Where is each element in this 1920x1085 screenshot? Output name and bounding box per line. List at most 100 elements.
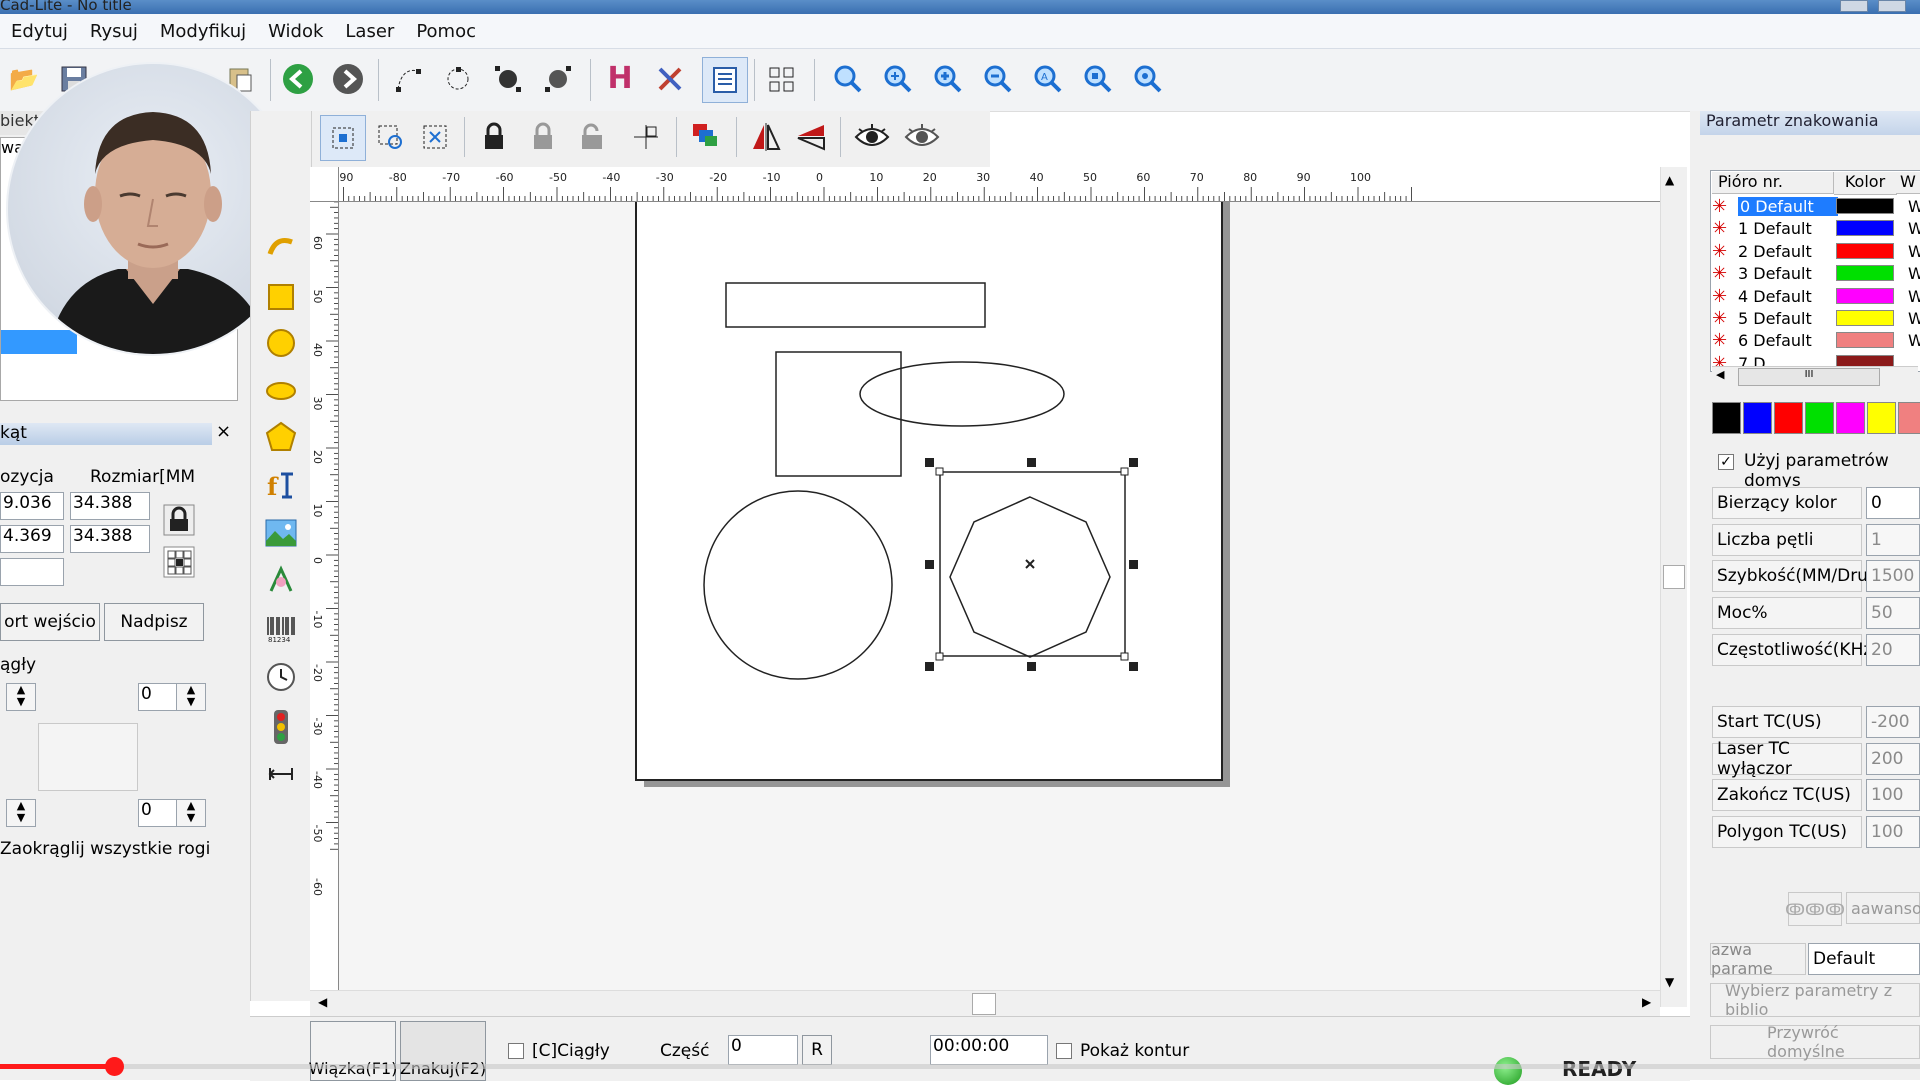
- pen-row[interactable]: ✳ 3 Default W: [1712, 263, 1920, 285]
- choose-from-library-button[interactable]: Wybierz parametry z biblio: [1710, 981, 1920, 1019]
- polygon-tool-icon[interactable]: [263, 419, 299, 455]
- node-break-icon[interactable]: [540, 61, 576, 97]
- param-input[interactable]: 1500: [1866, 560, 1920, 592]
- right-spinner-1[interactable]: ▲ ▼: [176, 683, 206, 711]
- scroll-left-arrow-icon[interactable]: ◀: [318, 995, 327, 1009]
- pen-color-swatch[interactable]: [1836, 242, 1894, 259]
- deselect-icon[interactable]: [415, 117, 455, 157]
- spin-value-1[interactable]: 0: [138, 683, 178, 711]
- unlock-icon[interactable]: [523, 117, 563, 157]
- pen-color-header[interactable]: Kolor: [1834, 172, 1897, 195]
- show-icon[interactable]: [850, 117, 894, 157]
- param-input[interactable]: -200: [1866, 706, 1920, 738]
- extend-axis-icon[interactable]: [263, 759, 299, 789]
- param-input[interactable]: 100: [1866, 779, 1920, 811]
- move-to-center-icon[interactable]: [626, 117, 666, 157]
- zoom-all-icon[interactable]: A: [1030, 61, 1066, 97]
- lock-ratio-icon[interactable]: [162, 503, 196, 537]
- beam-button[interactable]: Wiązka(F1): [309, 1021, 397, 1081]
- palette-swatch[interactable]: [1867, 402, 1896, 434]
- anchor-point-icon[interactable]: [162, 545, 196, 579]
- zoom-in-icon[interactable]: [930, 61, 966, 97]
- show-contour-checkbox[interactable]: [1056, 1043, 1072, 1059]
- mark-button[interactable]: Znakuj(F2): [400, 1021, 486, 1081]
- menu-view[interactable]: Widok: [257, 21, 334, 42]
- image-tool-icon[interactable]: [263, 515, 299, 551]
- ellipse-tool-icon[interactable]: [263, 373, 299, 409]
- close-icon[interactable]: ×: [216, 421, 236, 445]
- zoom-in-area-icon[interactable]: [880, 61, 916, 97]
- palette-swatch[interactable]: [1743, 402, 1772, 434]
- mirror-horizontal-icon[interactable]: [746, 117, 786, 157]
- pen-color-swatch[interactable]: [1836, 265, 1894, 282]
- vector-file-icon[interactable]: [263, 563, 299, 599]
- zoom-object-icon[interactable]: [1080, 61, 1116, 97]
- menu-draw[interactable]: Rysuj: [79, 21, 149, 42]
- align-icon[interactable]: [764, 61, 800, 97]
- pen-row[interactable]: ✳ 6 Default W: [1712, 330, 1920, 352]
- pen-color-swatch[interactable]: [1836, 198, 1894, 214]
- sort-order-icon[interactable]: [686, 117, 726, 157]
- maximize-button[interactable]: [1878, 0, 1906, 12]
- position-x-input[interactable]: 9.036: [0, 492, 64, 520]
- pen-w-header[interactable]: W: [1896, 172, 1920, 194]
- menu-laser[interactable]: Laser: [334, 21, 405, 42]
- right-spinner-2[interactable]: ▲ ▼: [176, 799, 206, 827]
- size-width-input[interactable]: 34.388: [70, 492, 150, 520]
- pen-number-header[interactable]: Pióro nr.: [1712, 172, 1834, 194]
- mirror-vertical-icon[interactable]: [791, 117, 831, 157]
- pen-row[interactable]: ✳ 0 Default W: [1712, 196, 1920, 218]
- part-input[interactable]: 0: [728, 1035, 798, 1065]
- node-join-icon[interactable]: [490, 61, 526, 97]
- pen-list-hscroll[interactable]: ◀ III: [1712, 366, 1918, 387]
- pen-color-swatch[interactable]: [1836, 220, 1894, 237]
- zoom-icon[interactable]: [830, 61, 866, 97]
- param-input[interactable]: 1: [1866, 524, 1920, 556]
- palette-swatch[interactable]: [1774, 402, 1803, 434]
- pen-color-swatch[interactable]: [1836, 310, 1894, 326]
- back-arrow-icon[interactable]: [280, 61, 316, 97]
- select-all-icon[interactable]: [320, 115, 366, 161]
- canvas-area[interactable]: [310, 167, 1660, 1007]
- rectangle-tool-icon[interactable]: [263, 279, 299, 315]
- vertical-scroll-thumb[interactable]: [1663, 565, 1685, 589]
- palette-swatch[interactable]: [1898, 402, 1920, 434]
- forward-arrow-icon[interactable]: [330, 61, 366, 97]
- hatch-icon[interactable]: H: [602, 61, 638, 97]
- object-list-selected-row[interactable]: [1, 330, 77, 354]
- pen-scroll-left-icon[interactable]: ◀: [1716, 368, 1724, 381]
- use-default-checkbox[interactable]: ✓: [1718, 454, 1734, 470]
- size-height-input[interactable]: 34.388: [70, 525, 150, 553]
- palette-swatch[interactable]: [1712, 402, 1741, 434]
- barcode-tool-icon[interactable]: 81234: [263, 611, 299, 647]
- param-input[interactable]: 50: [1866, 597, 1920, 629]
- pen-color-swatch[interactable]: [1836, 332, 1894, 349]
- pen-scroll-thumb[interactable]: III: [1738, 368, 1880, 386]
- lock-icon[interactable]: [474, 117, 514, 157]
- param-input[interactable]: 0: [1866, 487, 1920, 519]
- continuous-checkbox[interactable]: [508, 1043, 524, 1059]
- color-palette[interactable]: [1712, 402, 1920, 434]
- pen-row[interactable]: ✳ 4 Default W: [1712, 286, 1920, 308]
- video-progress-track[interactable]: [0, 1057, 1920, 1076]
- pen-row[interactable]: ✳ 2 Default W: [1712, 241, 1920, 263]
- reset-part-button[interactable]: R: [802, 1035, 832, 1065]
- text-tool-icon[interactable]: f: [263, 467, 299, 503]
- node-edit-icon[interactable]: [390, 61, 426, 97]
- horizontal-scroll-thumb[interactable]: [972, 993, 996, 1015]
- tools-icon[interactable]: [652, 61, 688, 97]
- curve-icon[interactable]: [263, 229, 299, 265]
- position-z-input[interactable]: [0, 558, 64, 586]
- scroll-down-arrow-icon[interactable]: ▼: [1665, 975, 1674, 989]
- param-input[interactable]: 20: [1866, 634, 1920, 666]
- menu-help[interactable]: Pomoc: [405, 21, 487, 42]
- position-y-input[interactable]: 4.369: [0, 525, 64, 553]
- pen-row[interactable]: ✳ 1 Default W: [1712, 218, 1920, 240]
- select-invert-icon[interactable]: [370, 117, 410, 157]
- param-name-select[interactable]: Default: [1808, 943, 1920, 975]
- menu-edit[interactable]: Edytuj: [0, 21, 79, 42]
- hide-icon[interactable]: [900, 117, 944, 157]
- left-spinner-1[interactable]: ▲ ▼: [6, 683, 36, 711]
- pen-row[interactable]: ✳ 5 Default W: [1712, 308, 1920, 330]
- param-input[interactable]: 100: [1866, 816, 1920, 848]
